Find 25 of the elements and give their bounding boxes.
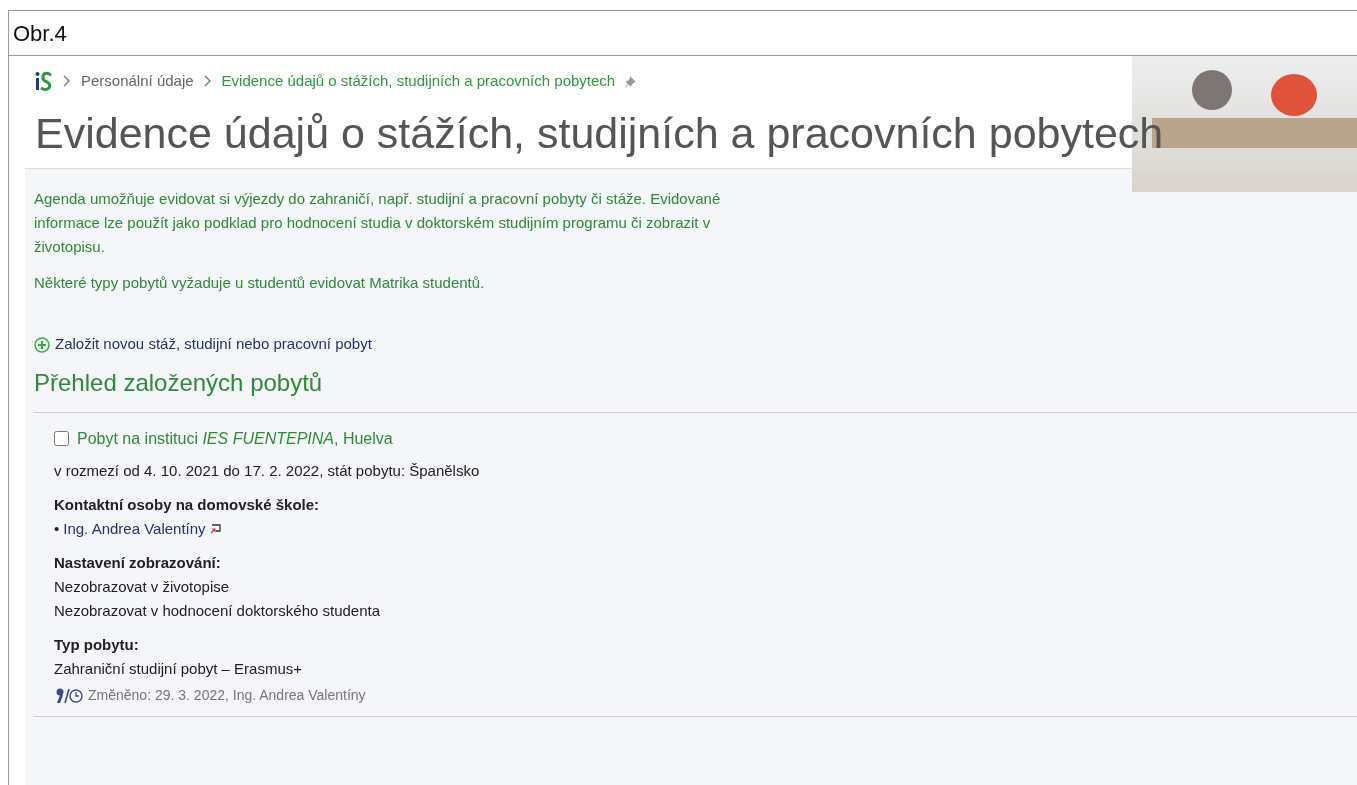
breadcrumb-link[interactable]: Evidence údajů o stážích, studijních a pracovních pobytech [221, 70, 616, 93]
field-label: Nastavení zobrazování: [54, 552, 222, 573]
field-label: Kontaktní osoby na domovské škole: [54, 494, 321, 515]
breadcrumb-link[interactable]: Personální údaje [81, 70, 194, 93]
logo-icon[interactable] [35, 71, 53, 92]
change-info: Změněno: 29. 3. 2022, Ing. Andrea Valentíny [88, 685, 366, 705]
field-label: Typ pobytu: [54, 634, 140, 655]
stay-title: Pobyt na instituci IES FUENTEPINA, Huelva [77, 428, 393, 449]
setting-text: Nezobrazovat v hodnocení doktorského studenta [54, 600, 382, 621]
contact-link[interactable]: Ing. Andrea Valentíny [63, 516, 206, 541]
stay-period: v rozmezí od 4. 10. 2021 do 17. 2. 2022, stát pobytu: Španělsko [54, 460, 481, 481]
history-icon [54, 686, 84, 704]
setting-text: Nezobrazovat v životopise [54, 576, 231, 597]
section-heading: Přehled založených pobytů [34, 369, 324, 398]
stay-type: Zahraniční studijní pobyt – Erasmus+ [54, 658, 304, 679]
intro-text: Některé typy pobytů vyžaduje u studentů evidovat Matrika studentů. [34, 273, 486, 294]
add-stay-link[interactable]: Založit novou stáž, studijní nebo pracovní pobyt [34, 333, 372, 356]
message-icon[interactable] [209, 523, 221, 534]
chevron-icon [63, 75, 71, 88]
pin-icon[interactable] [625, 74, 638, 88]
select-checkbox[interactable] [54, 431, 69, 447]
bullet-mark: • [54, 518, 60, 539]
intro-text: Agenda umožňuje evidovat si výjezdy do zahraničí, např. studijní a pracovní pobyty či stáže. Evidované informace lze použít jako podklad pro hodnocení studia v doktorském studijním programu či zobrazit v životopisu. [34, 189, 722, 258]
plus-circle-icon [34, 336, 50, 353]
chevron-icon [203, 75, 212, 88]
